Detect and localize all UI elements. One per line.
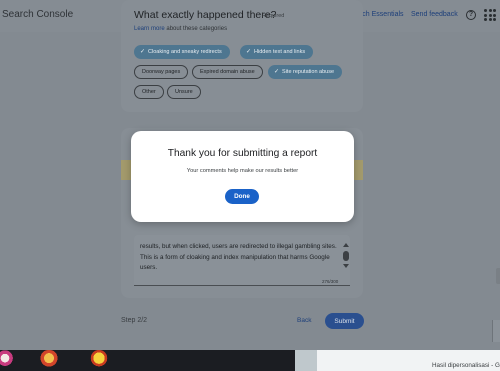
chip-label: Expired domain abuse [200, 69, 255, 75]
check-icon: ✓ [140, 49, 146, 55]
chip-label: Hidden text and links [254, 49, 306, 55]
scrollbar-thumb[interactable] [343, 251, 349, 261]
step-indicator: Step 2/2 [121, 317, 148, 324]
confirmation-dialog: Thank you for submitting a report Your c… [131, 131, 354, 222]
image-strip-divider [295, 350, 317, 371]
comment-text: results, but when clicked, users are red… [140, 243, 337, 271]
scroll-down-arrow-icon[interactable] [343, 264, 349, 268]
learn-more-suffix: about these categories [164, 26, 228, 32]
chip-hidden-text[interactable]: ✓ Hidden text and links [240, 45, 314, 59]
chip-label: Site reputation abuse [282, 69, 335, 75]
chip-site-reputation[interactable]: ✓ Site reputation abuse [268, 65, 343, 79]
thumbnail-image[interactable] [39, 350, 59, 368]
chip-cloaking[interactable]: ✓ Cloaking and sneaky redirects [134, 45, 230, 59]
check-icon: ✓ [246, 49, 252, 55]
app-title: Search Console [2, 9, 74, 20]
required-label: Required [262, 13, 285, 19]
dialog-title: Thank you for submitting a report [167, 148, 318, 159]
dialog-subtitle: Your comments help make our results bett… [186, 168, 299, 174]
submit-button[interactable]: Submit [325, 313, 364, 329]
chip-doorway[interactable]: Doorway pages [134, 65, 189, 79]
back-button[interactable]: Back [297, 317, 311, 324]
apps-grid-icon[interactable] [484, 9, 496, 21]
question-title: What exactly happened there? [134, 9, 277, 21]
chip-other[interactable]: Other [134, 85, 164, 99]
char-count: 276/300 [322, 279, 339, 284]
send-feedback-link[interactable]: Send feedback [411, 11, 458, 18]
chip-label: Cloaking and sneaky redirects [148, 49, 222, 55]
comment-textarea[interactable]: results, but when clicked, users are red… [134, 235, 350, 286]
chip-unsure[interactable]: Unsure [167, 85, 201, 99]
chip-label: Other [142, 89, 156, 95]
check-icon: ✓ [274, 69, 280, 75]
learn-more-line: Learn more about these categories [134, 26, 227, 32]
chip-label: Doorway pages [142, 69, 181, 75]
personalized-results-label: Hasil dipersonalisasi - G [432, 362, 500, 369]
chip-expired-domain[interactable]: Expired domain abuse [192, 65, 263, 79]
learn-more-link[interactable]: Learn more [134, 26, 165, 32]
side-panel-tab[interactable] [496, 268, 500, 284]
chip-label: Unsure [175, 89, 193, 95]
scroll-up-arrow-icon[interactable] [343, 243, 349, 247]
thumbnail-image[interactable] [89, 350, 109, 368]
side-widget[interactable] [492, 320, 500, 342]
done-button[interactable]: Done [225, 189, 259, 204]
help-circle-icon[interactable]: ? [466, 10, 476, 20]
